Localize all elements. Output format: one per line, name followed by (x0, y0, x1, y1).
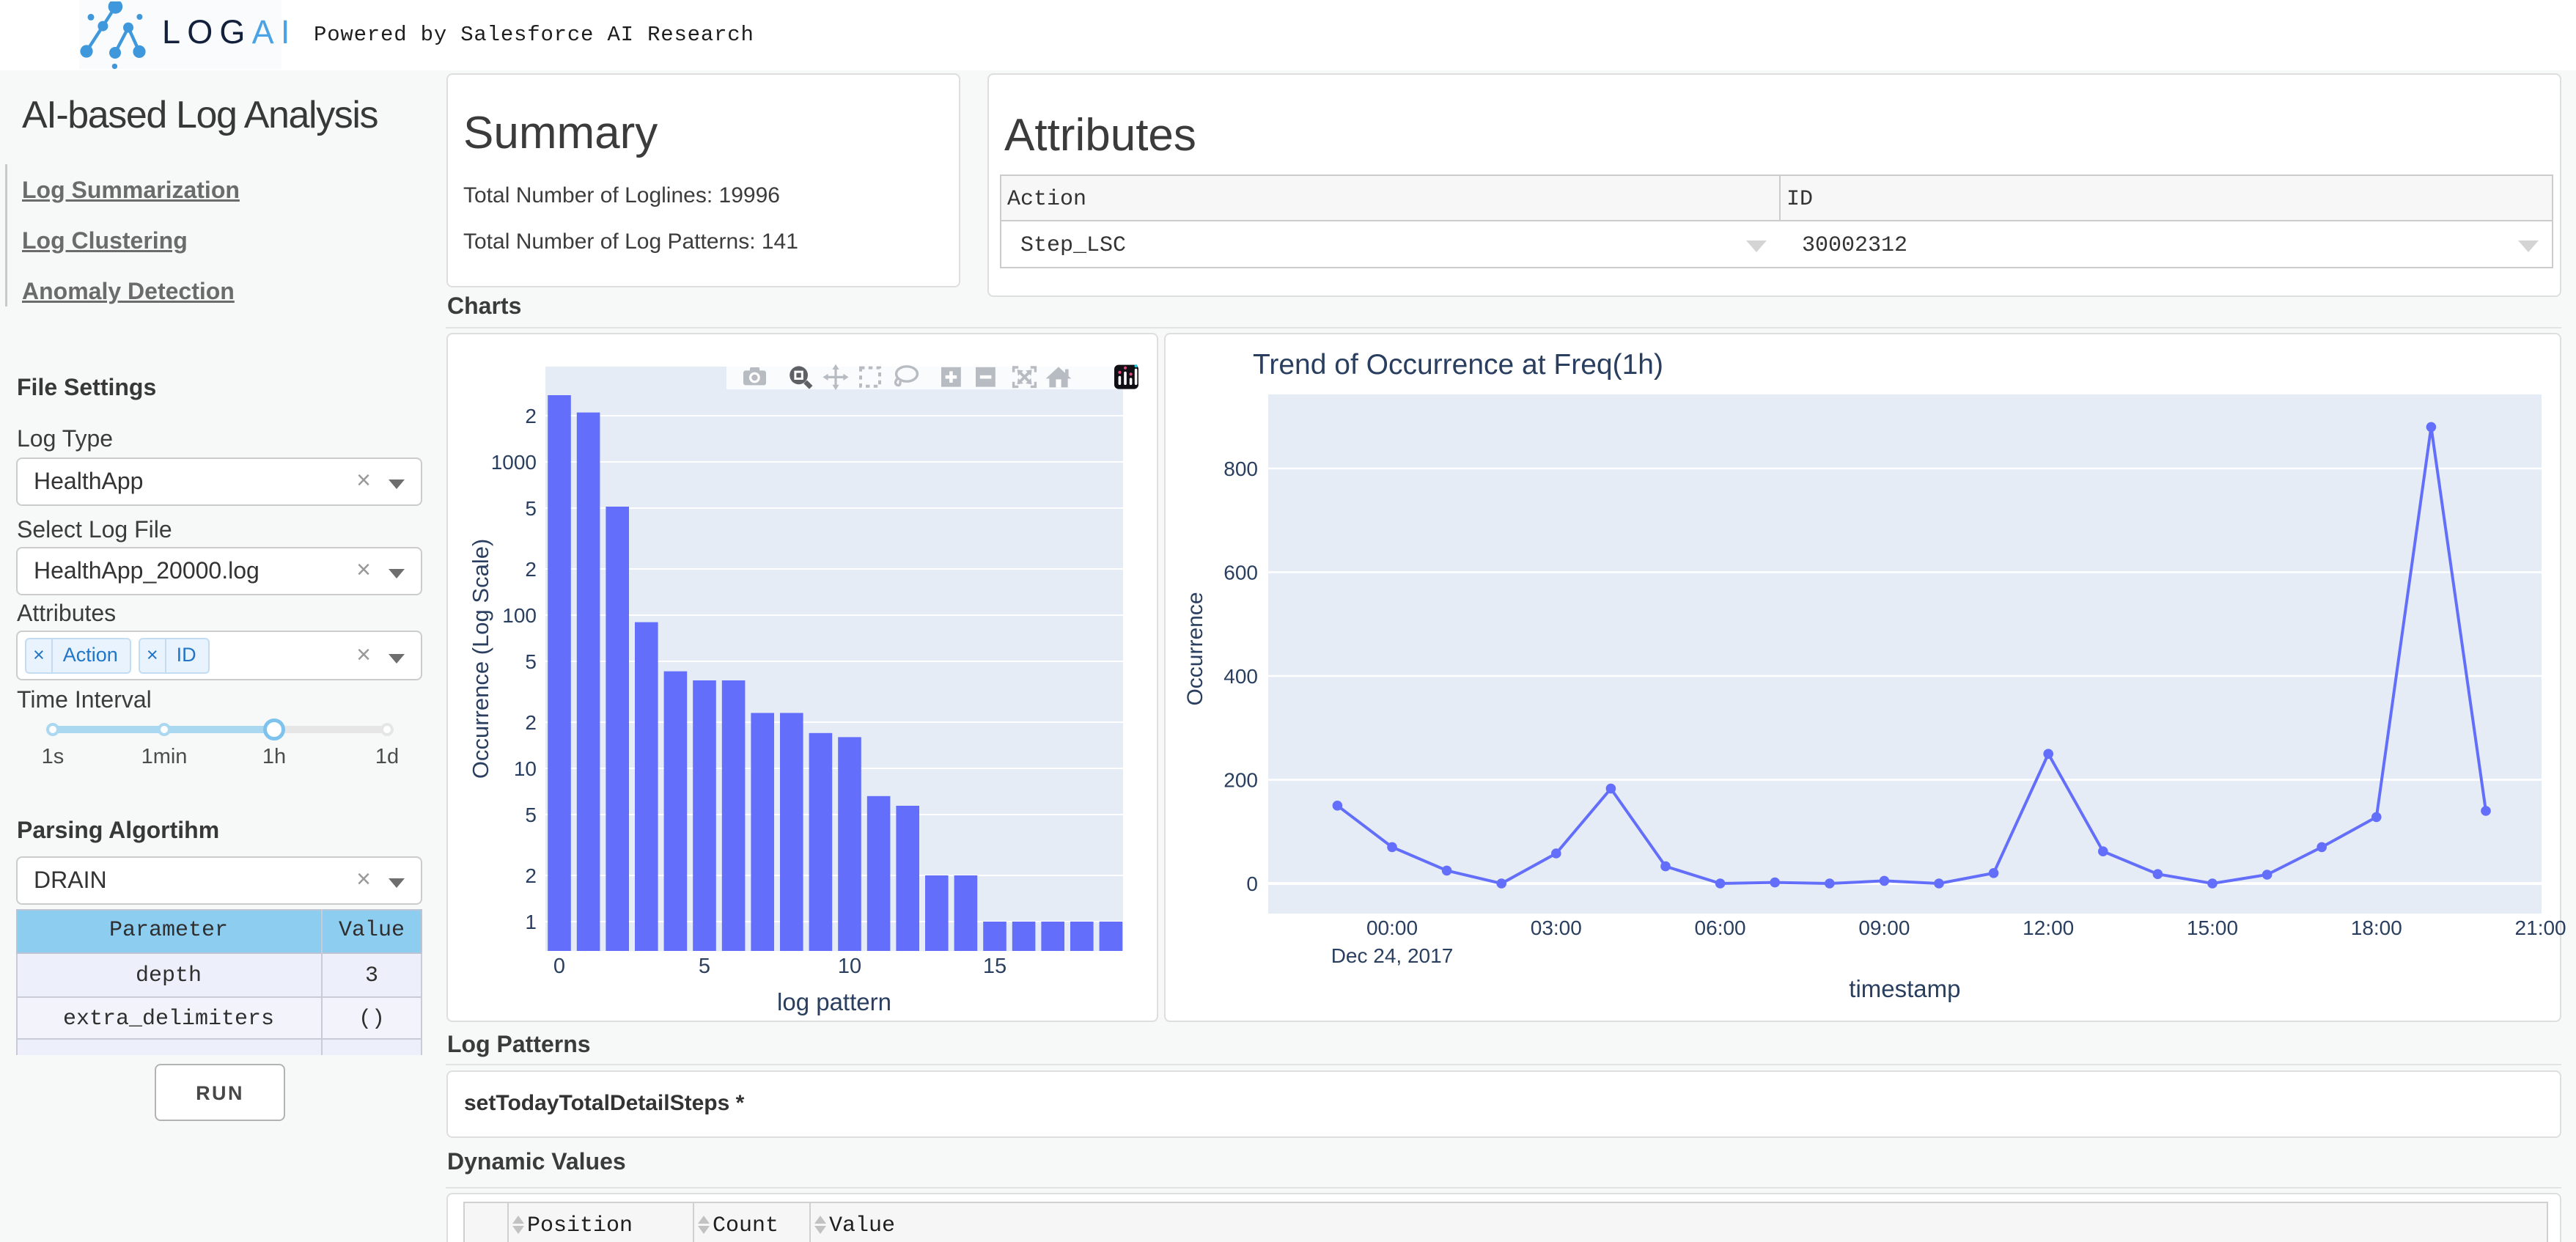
svg-text:600: 600 (1223, 561, 1258, 584)
svg-text:Occurrence: Occurrence (1183, 592, 1207, 705)
svg-text:1: 1 (525, 911, 537, 933)
svg-text:03:00: 03:00 (1531, 916, 1582, 939)
svg-text:10: 10 (838, 955, 861, 978)
svg-text:06:00: 06:00 (1695, 916, 1746, 939)
svg-text:12:00: 12:00 (2023, 916, 2074, 939)
svg-text:Trend of Occurrence at Freq(1h: Trend of Occurrence at Freq(1h) (1253, 349, 1663, 381)
svg-text:Dec 24, 2017: Dec 24, 2017 (1331, 944, 1454, 967)
svg-text:800: 800 (1223, 458, 1258, 480)
svg-text:5: 5 (525, 804, 537, 826)
svg-text:5: 5 (699, 955, 710, 978)
svg-text:0: 0 (553, 955, 565, 978)
svg-text:21:00: 21:00 (2515, 916, 2566, 939)
svg-text:400: 400 (1223, 665, 1258, 688)
svg-text:18:00: 18:00 (2351, 916, 2402, 939)
svg-text:200: 200 (1223, 769, 1258, 792)
svg-text:0: 0 (1246, 872, 1258, 895)
svg-text:log pattern: log pattern (777, 988, 891, 1015)
svg-text:2: 2 (525, 405, 537, 427)
svg-text:2: 2 (525, 558, 537, 581)
svg-text:10: 10 (514, 757, 537, 780)
svg-text:15:00: 15:00 (2187, 916, 2238, 939)
svg-text:100: 100 (502, 604, 537, 627)
svg-text:2: 2 (525, 711, 537, 734)
svg-text:5: 5 (525, 497, 537, 520)
svg-text:1000: 1000 (491, 451, 537, 474)
svg-text:timestamp: timestamp (1849, 975, 1960, 1002)
svg-text:09:00: 09:00 (1858, 916, 1910, 939)
svg-text:5: 5 (525, 650, 537, 673)
svg-text:2: 2 (525, 864, 537, 887)
svg-text:15: 15 (983, 955, 1007, 978)
svg-text:Occurrence (Log Scale): Occurrence (Log Scale) (468, 539, 493, 779)
svg-text:00:00: 00:00 (1366, 916, 1418, 939)
